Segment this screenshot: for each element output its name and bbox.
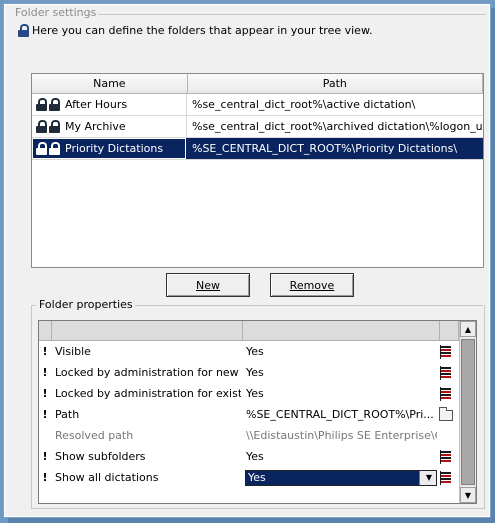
group-rule bbox=[88, 14, 486, 15]
property-label: Visible bbox=[55, 345, 91, 358]
intro-text: Here you can define the folders that app… bbox=[32, 24, 373, 37]
property-label: Show subfolders bbox=[55, 450, 146, 463]
group-rule bbox=[124, 305, 483, 306]
folders-table: Name Path After Hours %se_central_dict_r… bbox=[31, 73, 484, 268]
vertical-scrollbar[interactable]: ▲ ▼ bbox=[459, 321, 476, 503]
property-label: Locked by administration for new us bbox=[55, 366, 241, 379]
required-marker: ! bbox=[42, 450, 48, 463]
lock-icon bbox=[36, 142, 47, 155]
folder-name: Priority Dictations bbox=[65, 142, 164, 155]
property-value[interactable]: Yes bbox=[241, 345, 437, 358]
flag-icon[interactable] bbox=[440, 344, 452, 359]
folder-row-my-archive[interactable]: My Archive %se_central_dict_root%\archiv… bbox=[32, 116, 483, 138]
property-value[interactable]: Yes bbox=[241, 366, 437, 379]
property-grid: ! Visible Yes ! Locked by administration… bbox=[38, 320, 477, 504]
flag-icon[interactable] bbox=[440, 386, 452, 401]
property-value[interactable]: Yes bbox=[241, 387, 437, 400]
lock-icon bbox=[49, 98, 60, 111]
new-button-label: New bbox=[196, 278, 220, 292]
required-marker: ! bbox=[42, 408, 48, 421]
property-row-visible[interactable]: ! Visible Yes bbox=[39, 341, 476, 362]
scroll-up-icon[interactable]: ▲ bbox=[460, 321, 476, 337]
lock-icon bbox=[36, 98, 47, 111]
folders-table-header: Name Path bbox=[32, 74, 483, 94]
folder-name-cell: After Hours bbox=[32, 94, 187, 115]
property-value: \\Edistaustin\Philips SE Enterprise\Ce bbox=[246, 429, 437, 442]
folder-name: My Archive bbox=[65, 120, 126, 133]
folder-properties-title: Folder properties bbox=[37, 298, 135, 311]
flag-icon[interactable] bbox=[440, 449, 452, 464]
remove-button-label: Remove bbox=[289, 278, 335, 292]
flag-icon[interactable] bbox=[440, 470, 452, 485]
scrollbar-thumb[interactable] bbox=[461, 339, 475, 485]
property-value[interactable]: Yes bbox=[241, 450, 437, 463]
lock-icon bbox=[36, 120, 47, 133]
folder-name-cell: My Archive bbox=[32, 116, 187, 137]
column-header-name[interactable]: Name bbox=[32, 74, 188, 93]
lock-icon bbox=[18, 24, 29, 37]
column-header-icon bbox=[440, 321, 459, 340]
select-value: Yes bbox=[248, 471, 266, 484]
folder-path: %se_central_dict_root%\active dictation\ bbox=[192, 98, 416, 111]
chevron-down-icon[interactable]: ▼ bbox=[419, 470, 436, 485]
column-header-value[interactable] bbox=[243, 321, 440, 340]
column-header-property[interactable] bbox=[52, 321, 243, 340]
property-value[interactable]: %SE_CENTRAL_DICT_ROOT%\Pri... bbox=[241, 408, 437, 421]
property-label: Resolved path bbox=[55, 429, 134, 442]
lock-icon bbox=[49, 142, 60, 155]
required-marker: ! bbox=[42, 387, 48, 400]
property-grid-header bbox=[39, 321, 476, 341]
show-all-dictations-select[interactable]: Yes ▼ bbox=[245, 469, 437, 486]
folder-row-priority-dictations[interactable]: Priority Dictations %SE_CENTRAL_DICT_ROO… bbox=[32, 138, 483, 160]
property-row-path[interactable]: ! Path %SE_CENTRAL_DICT_ROOT%\Pri... bbox=[39, 404, 476, 425]
folder-path: %SE_CENTRAL_DICT_ROOT%\Priority Dictatio… bbox=[192, 142, 458, 155]
scroll-down-icon[interactable]: ▼ bbox=[460, 487, 476, 503]
column-header-path[interactable]: Path bbox=[188, 74, 483, 93]
property-row-locked-existing-users[interactable]: ! Locked by administration for existin Y… bbox=[39, 383, 476, 404]
group-title: Folder settings bbox=[13, 6, 99, 19]
flag-icon[interactable] bbox=[440, 365, 452, 380]
column-header-marker bbox=[39, 321, 52, 340]
property-row-locked-new-users[interactable]: ! Locked by administration for new us Ye… bbox=[39, 362, 476, 383]
property-row-show-subfolders[interactable]: ! Show subfolders Yes bbox=[39, 446, 476, 467]
folder-path: %se_central_dict_root%\archived dictatio… bbox=[192, 120, 482, 133]
required-marker: ! bbox=[42, 345, 48, 358]
property-label: Locked by administration for existin bbox=[55, 387, 241, 400]
remove-button[interactable]: Remove bbox=[270, 273, 354, 297]
property-row-show-all-dictations[interactable]: ! Show all dictations Yes ▼ bbox=[39, 467, 476, 488]
group-rule bbox=[31, 305, 36, 306]
folder-row-after-hours[interactable]: After Hours %se_central_dict_root%\activ… bbox=[32, 94, 483, 116]
required-marker: ! bbox=[42, 366, 48, 379]
lock-icon bbox=[49, 120, 60, 133]
folder-icon[interactable] bbox=[439, 407, 453, 421]
required-marker: ! bbox=[42, 471, 48, 484]
property-label: Path bbox=[55, 408, 80, 421]
property-row-resolved-path: Resolved path \\Edistaustin\Philips SE E… bbox=[39, 425, 476, 446]
intro-line: Here you can define the folders that app… bbox=[18, 24, 372, 37]
property-label: Show all dictations bbox=[55, 471, 159, 484]
folder-name-cell: Priority Dictations bbox=[32, 138, 187, 159]
new-button[interactable]: New bbox=[166, 273, 250, 297]
folder-name: After Hours bbox=[65, 98, 128, 111]
